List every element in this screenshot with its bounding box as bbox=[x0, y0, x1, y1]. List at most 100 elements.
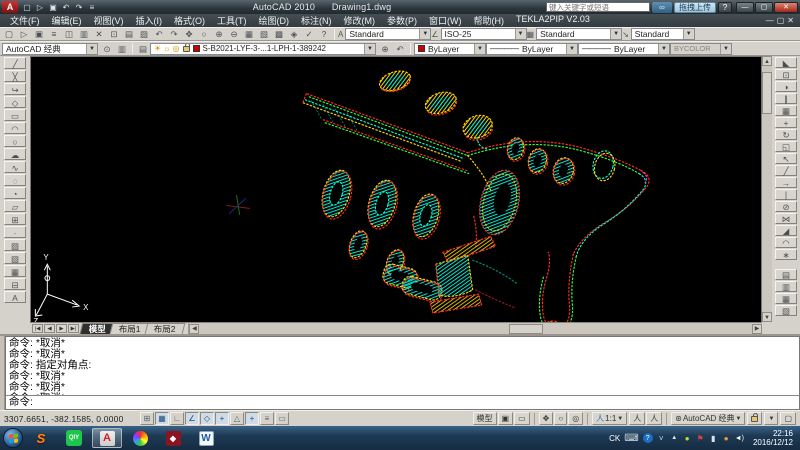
snap-toggle[interactable]: ⊞ bbox=[140, 412, 154, 425]
lwt-toggle[interactable]: ≡ bbox=[260, 412, 274, 425]
lineweight-combo[interactable]: ———— ByLayer ▼ bbox=[578, 43, 670, 55]
horizontal-scrollbar[interactable]: ◀ ▶ bbox=[188, 323, 762, 334]
menu-item[interactable]: 帮助(H) bbox=[468, 14, 511, 27]
tray-security-icon[interactable]: ● bbox=[683, 433, 692, 444]
save-icon[interactable]: ▣ bbox=[32, 28, 46, 40]
annotation-scale-button[interactable]: 人 1:1 ▼ bbox=[592, 412, 627, 425]
plot-preview-icon[interactable]: ◫ bbox=[62, 28, 76, 40]
menu-item[interactable]: 参数(P) bbox=[381, 14, 423, 27]
status-menu-button[interactable]: ▼ bbox=[764, 412, 778, 425]
chevron-down-icon[interactable]: ▼ bbox=[474, 44, 485, 54]
upload-button[interactable]: 拖拽上传 bbox=[674, 2, 716, 13]
tab-first-button[interactable]: |◀ bbox=[32, 324, 43, 333]
insert-block-icon[interactable]: ▱ bbox=[4, 200, 26, 212]
polyline-icon[interactable]: ↪ bbox=[4, 83, 26, 95]
grid-toggle[interactable]: ▦ bbox=[155, 412, 169, 425]
sheet-set-icon[interactable]: ◈ bbox=[287, 28, 301, 40]
close-button[interactable]: ✕ bbox=[774, 2, 798, 13]
chevron-down-icon[interactable]: ▼ bbox=[364, 44, 375, 54]
horizontal-scroll-track[interactable] bbox=[199, 324, 752, 334]
tray-volume-icon[interactable]: ◄) bbox=[735, 433, 744, 444]
unlock-icon[interactable] bbox=[183, 46, 190, 52]
stretch-icon[interactable]: ↖ bbox=[775, 153, 797, 164]
revcloud-icon[interactable]: ☁ bbox=[4, 148, 26, 160]
horizontal-scroll-thumb[interactable] bbox=[509, 324, 543, 334]
dyn-toggle[interactable]: + bbox=[245, 412, 259, 425]
layer-vp-icon[interactable]: ◎ bbox=[173, 44, 180, 53]
polygon-icon[interactable]: ◇ bbox=[4, 96, 26, 108]
chevron-down-icon[interactable]: ▼ bbox=[683, 29, 694, 39]
qat-open-icon[interactable]: ▷ bbox=[34, 2, 46, 13]
clean-screen-button[interactable]: ▢ bbox=[780, 412, 796, 425]
scroll-right-icon[interactable]: ▶ bbox=[752, 324, 762, 334]
scroll-down-icon[interactable]: ▼ bbox=[762, 312, 772, 322]
paste-icon[interactable]: ▤ bbox=[122, 28, 136, 40]
ellipse-arc-icon[interactable]: ◔ bbox=[4, 187, 26, 199]
taskbar-mediaplayer-icon[interactable] bbox=[125, 428, 155, 448]
model-space-button[interactable]: 模型 bbox=[473, 412, 497, 425]
annotation-visibility-icon[interactable]: 人 bbox=[629, 412, 645, 425]
ducs-toggle[interactable]: △ bbox=[230, 412, 244, 425]
properties-icon[interactable]: ▦ bbox=[242, 28, 256, 40]
taskbar-iqiyi-icon[interactable]: QIY bbox=[59, 428, 89, 448]
mtext-icon[interactable]: A bbox=[4, 291, 26, 303]
designcenter-icon[interactable]: ▧ bbox=[257, 28, 271, 40]
doc-close-button[interactable]: ✕ bbox=[787, 16, 794, 25]
send-under-icon[interactable]: ▧ bbox=[775, 305, 797, 316]
text-style-combo[interactable]: Standard ▼ bbox=[345, 28, 431, 40]
doc-minimize-button[interactable]: — bbox=[766, 16, 774, 25]
menu-item[interactable]: 插入(I) bbox=[130, 14, 169, 27]
command-input[interactable]: 命令: bbox=[6, 395, 799, 409]
search-input[interactable] bbox=[546, 2, 650, 12]
spline-icon[interactable]: ∿ bbox=[4, 161, 26, 173]
chamfer-icon[interactable]: ◢ bbox=[775, 225, 797, 236]
taskbar-autocad-icon[interactable]: A bbox=[92, 428, 122, 448]
workspace-switcher[interactable]: ⊛ AutoCAD 经典 ▼ bbox=[671, 412, 745, 425]
rectangle-icon[interactable]: ▭ bbox=[4, 109, 26, 121]
make-block-icon[interactable]: ⊞ bbox=[4, 213, 26, 225]
chevron-down-icon[interactable]: ▼ bbox=[566, 44, 577, 54]
layer-freeze-icon[interactable]: ☼ bbox=[163, 44, 170, 53]
make-layer-current-icon[interactable]: ⊕ bbox=[378, 43, 392, 55]
command-history[interactable]: 命令: *取消*命令: *取消*命令: 指定对角点:命令: *取消*命令: *取… bbox=[6, 337, 799, 395]
dim-style-combo[interactable]: ISO-25 ▼ bbox=[441, 28, 527, 40]
zoom-status-icon[interactable]: ○ bbox=[554, 412, 567, 425]
undo-icon[interactable]: ↶ bbox=[152, 28, 166, 40]
taskbar-tv-icon[interactable]: ◆ bbox=[158, 428, 188, 448]
color-combo[interactable]: ByLayer ▼ bbox=[414, 43, 486, 55]
scroll-up-icon[interactable]: ▲ bbox=[762, 56, 772, 66]
doc-restore-button[interactable]: ▢ bbox=[777, 16, 785, 25]
layer-previous-icon[interactable]: ↶ bbox=[393, 43, 407, 55]
ortho-toggle[interactable]: ∟ bbox=[170, 412, 184, 425]
qat-redo-icon[interactable]: ↷ bbox=[73, 2, 85, 13]
quick-model-icon[interactable]: ▣ bbox=[498, 412, 514, 425]
gradient-icon[interactable]: ▧ bbox=[4, 252, 26, 264]
copy-icon[interactable]: ⊡ bbox=[775, 69, 797, 80]
restore-button[interactable]: ▢ bbox=[755, 2, 773, 13]
layer-on-icon[interactable]: ☀ bbox=[154, 44, 161, 53]
break-icon[interactable]: ⊘ bbox=[775, 201, 797, 212]
help-button[interactable]: ? bbox=[718, 2, 732, 13]
menu-item[interactable]: 窗口(W) bbox=[423, 14, 468, 27]
qat-plot-icon[interactable]: ≡ bbox=[86, 2, 98, 13]
scroll-left-icon[interactable]: ◀ bbox=[189, 324, 199, 334]
pan-icon[interactable]: ✥ bbox=[182, 28, 196, 40]
zoom-realtime-icon[interactable]: ○ bbox=[197, 28, 211, 40]
tab-prev-button[interactable]: ◀ bbox=[44, 324, 55, 333]
qp-toggle[interactable]: ▭ bbox=[275, 412, 289, 425]
redo-icon[interactable]: ↷ bbox=[167, 28, 181, 40]
tray-battery-icon[interactable]: ▮ bbox=[709, 433, 718, 444]
hatch-icon[interactable]: ▨ bbox=[4, 239, 26, 251]
show-hidden-icons[interactable]: ▲ bbox=[670, 433, 679, 444]
arc-icon[interactable]: ◠ bbox=[4, 122, 26, 134]
chevron-down-icon[interactable]: ▼ bbox=[515, 29, 526, 39]
taskbar-word-icon[interactable]: W bbox=[191, 428, 221, 448]
chevron-down-icon[interactable]: ▼ bbox=[86, 44, 97, 54]
vertical-scroll-thumb[interactable] bbox=[762, 72, 772, 114]
array-icon[interactable]: ▦ bbox=[775, 105, 797, 116]
tray-flag-icon[interactable]: ⚑ bbox=[696, 433, 705, 444]
workspace-save-icon[interactable]: ▥ bbox=[115, 43, 129, 55]
cloud-sync-icon[interactable]: ∞ bbox=[652, 2, 672, 13]
chevron-down-icon[interactable]: ▼ bbox=[658, 44, 669, 54]
menu-item[interactable]: 修改(M) bbox=[338, 14, 382, 27]
